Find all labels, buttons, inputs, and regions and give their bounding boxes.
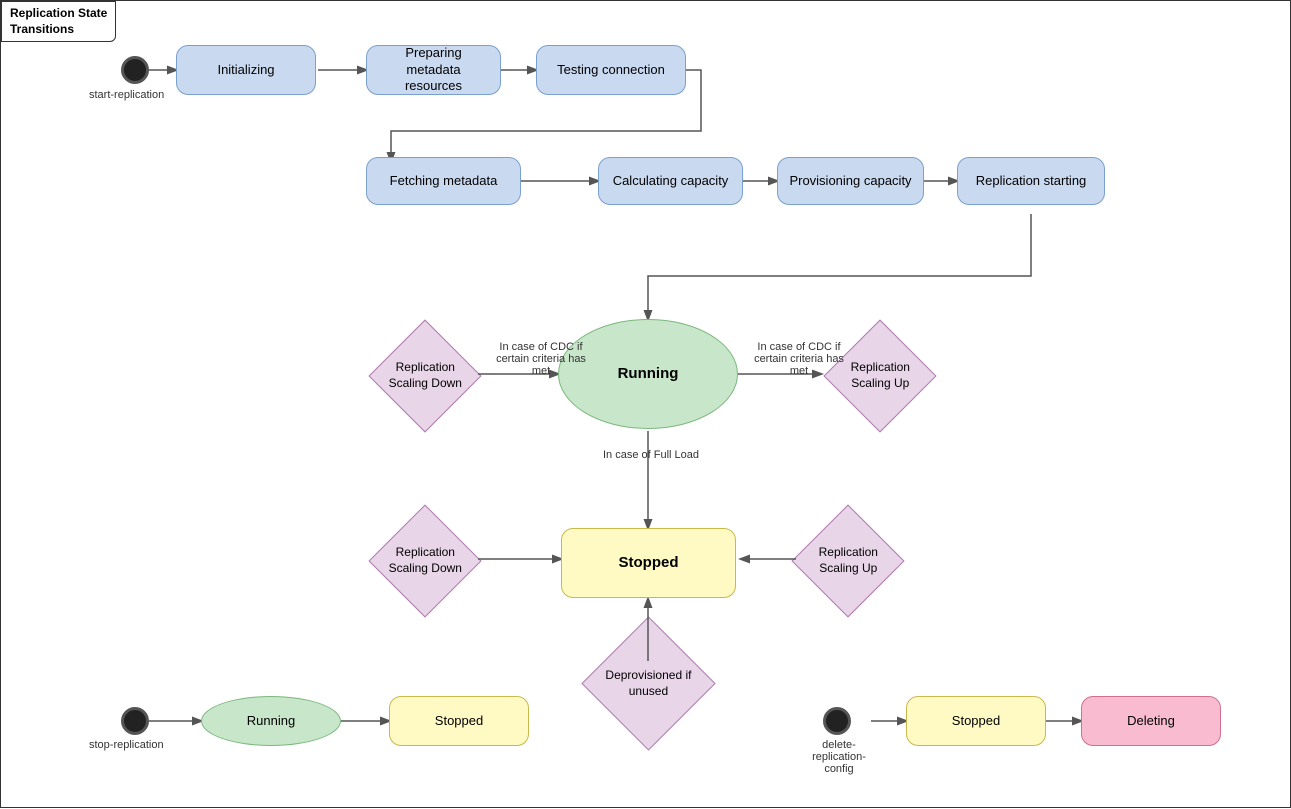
testing-connection-node: Testing connection	[536, 45, 686, 95]
calculating-capacity-node: Calculating capacity	[598, 157, 743, 205]
page-title: Replication StateTransitions	[1, 1, 116, 42]
deleting-node: Deleting	[1081, 696, 1221, 746]
cdc-right-label: In case of CDC if certain criteria has m…	[749, 341, 849, 377]
preparing-metadata-node: Preparing metadata resources	[366, 45, 501, 95]
stop-replication-circle	[121, 707, 149, 735]
stopped-main-node: Stopped	[561, 528, 736, 598]
cdc-left-label: In case of CDC if certain criteria has m…	[491, 341, 591, 377]
full-load-label: In case of Full Load	[601, 449, 701, 461]
deprovisioned-node: Deprovisioned if unused	[601, 636, 696, 731]
delete-replication-label: delete- replication- config	[804, 739, 874, 775]
replication-starting-node: Replication starting	[957, 157, 1105, 205]
scaling-down-bottom-node: Replication Scaling Down	[371, 521, 479, 601]
provisioning-capacity-node: Provisioning capacity	[777, 157, 924, 205]
scaling-down-top-node: Replication Scaling Down	[371, 336, 479, 416]
stop-replication-label: stop-replication	[89, 739, 164, 751]
running-bottom-node: Running	[201, 696, 341, 746]
stopped-bottom-left-node: Stopped	[389, 696, 529, 746]
delete-replication-circle	[823, 707, 851, 735]
start-replication-label: start-replication	[89, 89, 164, 101]
fetching-metadata-node: Fetching metadata	[366, 157, 521, 205]
stopped-bottom-right-node: Stopped	[906, 696, 1046, 746]
start-replication-circle	[121, 56, 149, 84]
scaling-up-bottom-node: Replication Scaling Up	[794, 521, 902, 601]
initializing-node: Initializing	[176, 45, 316, 95]
